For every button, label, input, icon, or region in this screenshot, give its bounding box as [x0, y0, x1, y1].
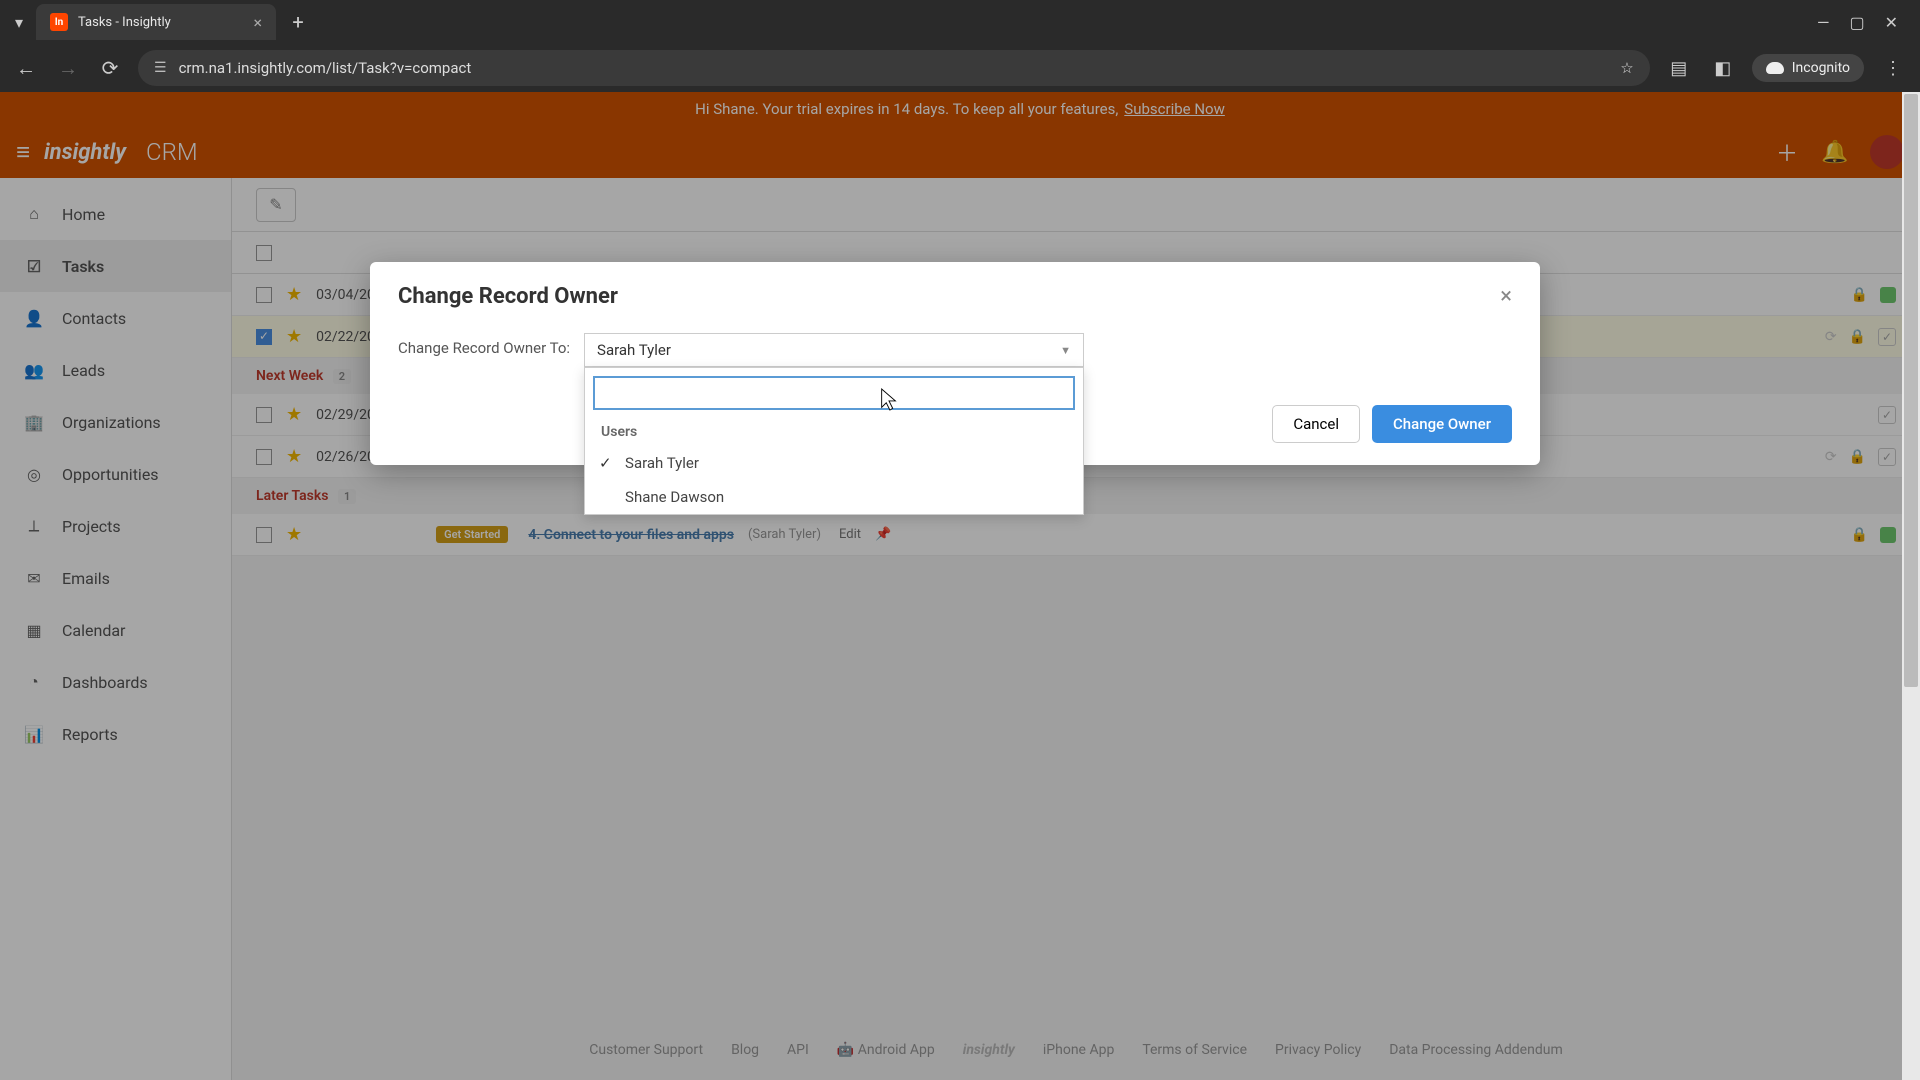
vertical-scrollbar[interactable]	[1902, 92, 1920, 1080]
modal-title: Change Record Owner	[398, 284, 618, 309]
incognito-badge[interactable]: Incognito	[1752, 54, 1864, 82]
scrollbar-thumb[interactable]	[1904, 94, 1918, 687]
sidepanel-icon[interactable]: ◧	[1708, 58, 1738, 79]
site-settings-icon[interactable]: ☰	[154, 60, 167, 76]
tab-title: Tasks - Insightly	[78, 15, 243, 30]
dropdown-option[interactable]: Sarah Tyler	[585, 446, 1083, 480]
extensions-icon[interactable]: ▤	[1664, 58, 1694, 79]
owner-search-input[interactable]	[593, 376, 1075, 410]
incognito-icon	[1766, 62, 1784, 74]
owner-label: Change Record Owner To:	[398, 333, 570, 357]
url-bar[interactable]: ☰ crm.na1.insightly.com/list/Task?v=comp…	[138, 50, 1650, 86]
browser-toolbar: ← → ⟳ ☰ crm.na1.insightly.com/list/Task?…	[0, 44, 1920, 92]
modal-overlay[interactable]	[0, 92, 1920, 1080]
close-window-icon[interactable]: ✕	[1885, 13, 1898, 32]
favicon-icon: In	[50, 13, 68, 31]
change-owner-modal: Change Record Owner × Change Record Owne…	[370, 262, 1540, 465]
dropdown-option[interactable]: Shane Dawson	[585, 480, 1083, 514]
modal-footer: Cancel Change Owner	[1272, 405, 1512, 443]
selected-owner: Sarah Tyler	[597, 341, 671, 359]
window-controls: — ▢ ✕	[1817, 13, 1912, 32]
chevron-down-icon: ▼	[1060, 344, 1071, 357]
owner-select-box[interactable]: Sarah Tyler ▼	[584, 333, 1084, 367]
back-button[interactable]: ←	[12, 56, 40, 81]
owner-select: Sarah Tyler ▼ Users Sarah Tyler Shane Da…	[584, 333, 1084, 367]
dropdown-group-label: Users	[585, 418, 1083, 446]
modal-body: Change Record Owner To: Sarah Tyler ▼ Us…	[370, 325, 1540, 465]
url-text: crm.na1.insightly.com/list/Task?v=compac…	[179, 59, 472, 77]
forward-button[interactable]: →	[54, 56, 82, 81]
browser-chrome: ▾ In Tasks - Insightly × + — ▢ ✕ ← → ⟳ ☰…	[0, 0, 1920, 92]
owner-dropdown: Users Sarah Tyler Shane Dawson	[584, 367, 1084, 515]
minimize-icon[interactable]: —	[1817, 13, 1830, 32]
browser-menu-icon[interactable]: ⋮	[1878, 58, 1908, 79]
close-tab-icon[interactable]: ×	[253, 13, 262, 32]
browser-tab[interactable]: In Tasks - Insightly ×	[36, 4, 276, 40]
app-root: Hi Shane. Your trial expires in 14 days.…	[0, 92, 1920, 1080]
tab-list-dropdown-icon[interactable]: ▾	[8, 11, 30, 33]
cancel-button[interactable]: Cancel	[1272, 405, 1360, 443]
change-owner-button[interactable]: Change Owner	[1372, 405, 1512, 443]
tab-strip: ▾ In Tasks - Insightly × + — ▢ ✕	[0, 0, 1920, 44]
maximize-icon[interactable]: ▢	[1849, 13, 1864, 32]
modal-header: Change Record Owner ×	[370, 262, 1540, 325]
close-icon[interactable]: ×	[1500, 284, 1512, 309]
new-tab-button[interactable]: +	[284, 8, 312, 36]
reload-button[interactable]: ⟳	[96, 56, 124, 80]
bookmark-icon[interactable]: ☆	[1620, 59, 1633, 77]
